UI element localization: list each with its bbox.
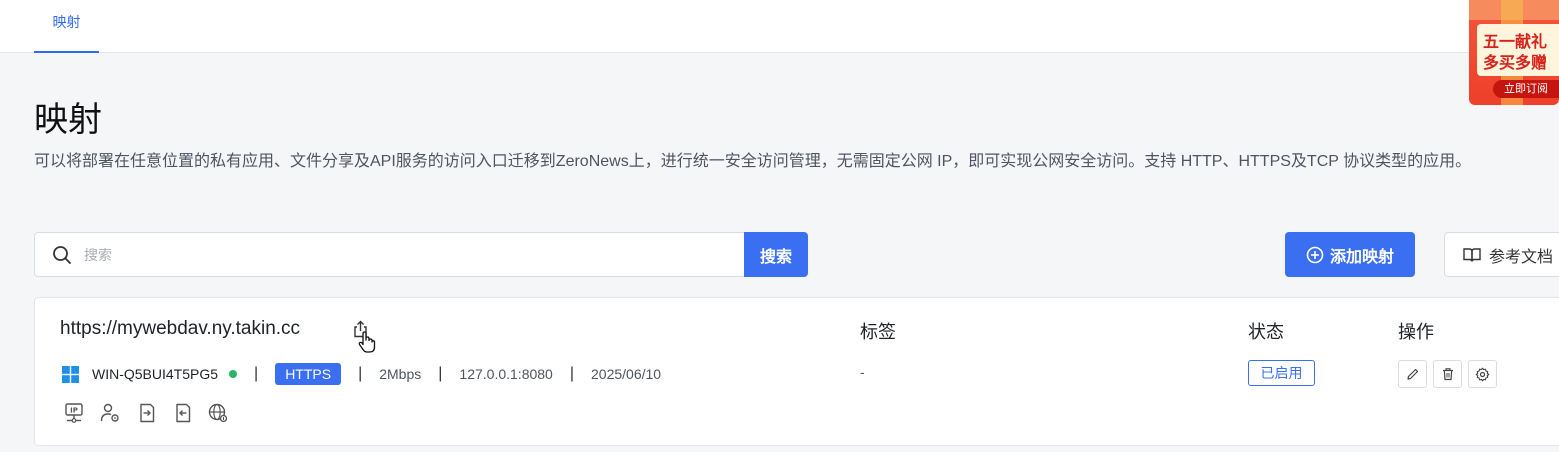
svg-text:IP: IP [70, 407, 78, 415]
separator: | [569, 365, 574, 382]
add-mapping-button[interactable]: 添加映射 [1285, 232, 1415, 277]
user-gear-icon[interactable] [99, 402, 121, 424]
logout-icon[interactable] [171, 402, 193, 424]
docs-label: 参考文档 [1489, 248, 1554, 266]
protocol-badge: HTTPS [275, 363, 342, 385]
ip-icon[interactable]: IP [63, 402, 85, 424]
page-title: 映射 [34, 101, 102, 139]
tags-value: - [860, 364, 865, 380]
book-icon [1463, 247, 1481, 262]
status-badge: 已启用 [1248, 360, 1315, 386]
column-header-status: 状态 [1248, 322, 1284, 342]
mapping-meta-row: WIN-Q5BUI4T5PG5 | HTTPS | 2Mbps | 127.0.… [62, 362, 661, 386]
separator: | [254, 365, 259, 382]
column-header-operations: 操作 [1398, 322, 1434, 342]
gear-icon [1475, 367, 1490, 381]
mapping-card: https://mywebdav.ny.takin.cc 标签 状态 操作 WI… [34, 297, 1559, 446]
edit-button[interactable] [1398, 360, 1427, 388]
search-icon [53, 245, 71, 264]
promo-line-2: 多买多赠 [1483, 55, 1548, 72]
promo-banner[interactable]: 五一献礼 多买多赠 立即订阅 [1469, 0, 1559, 105]
login-icon[interactable] [135, 402, 157, 424]
globe-icon[interactable] [207, 402, 229, 424]
trash-icon [1442, 368, 1453, 381]
search-box [34, 232, 745, 277]
pointer-hand-icon [358, 331, 376, 353]
separator: | [358, 365, 363, 382]
windows-icon [62, 365, 79, 383]
created-date: 2025/06/10 [591, 366, 662, 382]
promo-subscribe-button[interactable]: 立即订阅 [1493, 80, 1559, 98]
separator: | [438, 365, 443, 382]
search-input[interactable] [84, 246, 684, 263]
page-description: 可以将部署在任意位置的私有应用、文件分享及API服务的访问入口迁移到ZeroNe… [34, 153, 1472, 170]
tab-bar: 映射 [0, 0, 1559, 53]
agent-name: WIN-Q5BUI4T5PG5 [92, 366, 219, 382]
delete-button[interactable] [1433, 360, 1462, 388]
target-address: 127.0.0.1:8080 [459, 366, 553, 382]
tab-mapping[interactable]: 映射 [34, 0, 99, 53]
search-button[interactable]: 搜索 [744, 232, 808, 277]
edit-icon [1406, 368, 1418, 380]
settings-button[interactable] [1468, 360, 1497, 388]
mapping-url[interactable]: https://mywebdav.ny.takin.cc [60, 318, 300, 340]
feature-icons-row: IP [63, 402, 229, 424]
agent-online-dot [229, 370, 238, 378]
docs-button[interactable]: 参考文档 [1444, 232, 1559, 277]
plus-circle-icon [1306, 246, 1324, 263]
add-mapping-label: 添加映射 [1329, 248, 1394, 266]
column-header-tags: 标签 [860, 322, 896, 342]
bandwidth-value: 2Mbps [379, 366, 422, 382]
